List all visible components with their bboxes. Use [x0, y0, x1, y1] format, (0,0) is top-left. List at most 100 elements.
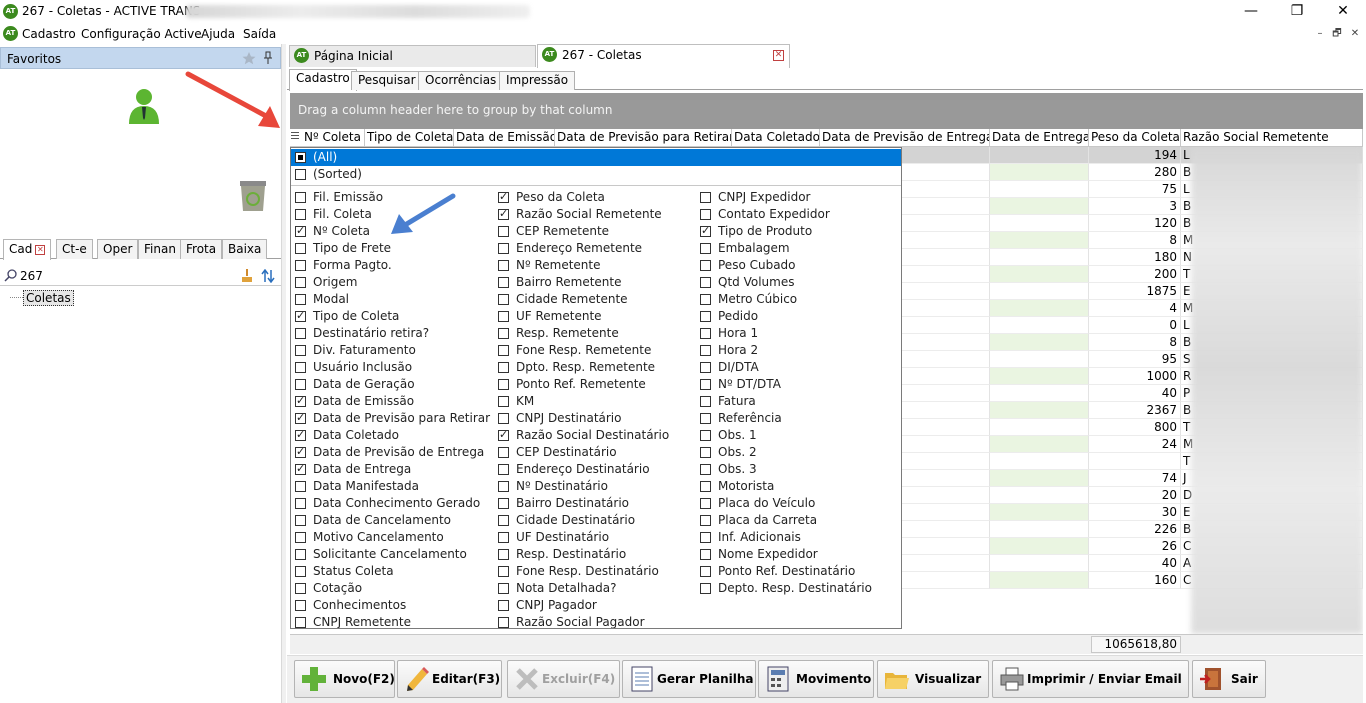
- column-option[interactable]: Data Conhecimento Gerado: [295, 495, 495, 512]
- column-option-checkbox[interactable]: [498, 277, 509, 288]
- column-option[interactable]: Placa da Carreta: [700, 512, 900, 529]
- column-option[interactable]: CNPJ Expedidor: [700, 189, 900, 206]
- column-option[interactable]: Obs. 1: [700, 427, 900, 444]
- column-option-checkbox[interactable]: [295, 566, 306, 577]
- tab-cadastro[interactable]: Cadastro: [289, 69, 357, 91]
- column-option[interactable]: Dpto. Resp. Remetente: [498, 359, 698, 376]
- column-option-checkbox[interactable]: [295, 600, 306, 611]
- column-option[interactable]: Usuário Inclusão: [295, 359, 495, 376]
- column-option-checkbox[interactable]: [295, 445, 306, 458]
- checkbox-all[interactable]: [295, 152, 306, 163]
- column-option-checkbox[interactable]: [498, 243, 509, 254]
- sair-button[interactable]: Sair: [1192, 660, 1266, 698]
- column-option[interactable]: Nº DT/DTA: [700, 376, 900, 393]
- menu-ajuda[interactable]: Ajuda: [201, 27, 235, 41]
- column-option-checkbox[interactable]: [498, 481, 509, 492]
- column-option-checkbox[interactable]: [700, 464, 711, 475]
- col-header-data-emissao[interactable]: Data de Emissão: [454, 129, 555, 147]
- column-option-checkbox[interactable]: [700, 498, 711, 509]
- column-option[interactable]: Nº Coleta: [295, 223, 495, 240]
- column-option[interactable]: Cotação: [295, 580, 495, 597]
- column-option-checkbox[interactable]: [498, 532, 509, 543]
- column-option-checkbox[interactable]: [700, 515, 711, 526]
- column-option-checkbox[interactable]: [498, 362, 509, 373]
- column-option[interactable]: Div. Faturamento: [295, 342, 495, 359]
- novo-button[interactable]: Novo(F2): [294, 660, 395, 698]
- column-option[interactable]: Nº Remetente: [498, 257, 698, 274]
- clear-filter-icon[interactable]: [241, 269, 253, 283]
- column-option[interactable]: Resp. Remetente: [498, 325, 698, 342]
- column-option[interactable]: Motorista: [700, 478, 900, 495]
- movimento-button[interactable]: Movimento: [758, 660, 874, 698]
- column-option-checkbox[interactable]: [700, 260, 711, 271]
- column-option-checkbox[interactable]: [498, 260, 509, 271]
- col-header-data-entrega[interactable]: Data de Entrega: [990, 129, 1089, 147]
- column-option-checkbox[interactable]: [498, 464, 509, 475]
- pin-icon[interactable]: [263, 51, 273, 65]
- column-option-checkbox[interactable]: [700, 566, 711, 577]
- tab-finan[interactable]: Finan: [138, 239, 182, 259]
- column-option-checkbox[interactable]: [498, 413, 509, 424]
- recycle-bin-icon[interactable]: [236, 178, 270, 212]
- column-option[interactable]: CNPJ Destinatário: [498, 410, 698, 427]
- column-option[interactable]: Obs. 2: [700, 444, 900, 461]
- column-option-checkbox[interactable]: [295, 260, 306, 271]
- column-option[interactable]: CNPJ Pagador: [498, 597, 698, 614]
- column-option-checkbox[interactable]: [295, 277, 306, 288]
- sort-icon[interactable]: [261, 269, 275, 283]
- column-option-checkbox[interactable]: [700, 583, 711, 594]
- column-option[interactable]: Depto. Resp. Destinatário: [700, 580, 900, 597]
- tab-impressao[interactable]: Impressão: [499, 71, 576, 90]
- column-option-checkbox[interactable]: [700, 328, 711, 339]
- column-option-checkbox[interactable]: [498, 311, 509, 322]
- tab-coletas[interactable]: AT 267 - Coletas ✕: [537, 44, 790, 68]
- column-option[interactable]: Hora 2: [700, 342, 900, 359]
- column-option-checkbox[interactable]: [295, 328, 306, 339]
- excluir-button[interactable]: Excluir(F4): [507, 660, 620, 698]
- column-option-checkbox[interactable]: [498, 498, 509, 509]
- column-option-checkbox[interactable]: [295, 411, 306, 424]
- column-option-checkbox[interactable]: [700, 430, 711, 441]
- column-option-checkbox[interactable]: [700, 413, 711, 424]
- column-option-checkbox[interactable]: [700, 396, 711, 407]
- column-option[interactable]: Razão Social Destinatário: [498, 427, 698, 444]
- minimize-button[interactable]: —: [1228, 0, 1274, 24]
- column-option-checkbox[interactable]: [295, 309, 306, 322]
- column-option-checkbox[interactable]: [498, 328, 509, 339]
- column-option-checkbox[interactable]: [700, 549, 711, 560]
- column-option-checkbox[interactable]: [700, 532, 711, 543]
- column-option-checkbox[interactable]: [498, 190, 509, 203]
- column-option[interactable]: Endereço Destinatário: [498, 461, 698, 478]
- column-option-checkbox[interactable]: [295, 209, 306, 220]
- search-input[interactable]: [20, 267, 230, 284]
- column-option[interactable]: Razão Social Remetente: [498, 206, 698, 223]
- editar-button[interactable]: Editar(F3): [397, 660, 502, 698]
- column-option-checkbox[interactable]: [700, 277, 711, 288]
- column-option[interactable]: Data Coletado: [295, 427, 495, 444]
- column-option-checkbox[interactable]: [295, 294, 306, 305]
- column-option-checkbox[interactable]: [498, 379, 509, 390]
- column-option[interactable]: Origem: [295, 274, 495, 291]
- column-option-checkbox[interactable]: [498, 396, 509, 407]
- column-option[interactable]: Metro Cúbico: [700, 291, 900, 308]
- menu-saida[interactable]: Saída: [243, 27, 276, 41]
- column-option-checkbox[interactable]: [498, 345, 509, 356]
- option-sorted[interactable]: (Sorted): [291, 166, 901, 183]
- column-option[interactable]: KM: [498, 393, 698, 410]
- column-option[interactable]: Contato Expedidor: [700, 206, 900, 223]
- column-option[interactable]: Data de Previsão de Entrega: [295, 444, 495, 461]
- panel-splitter[interactable]: [281, 44, 286, 703]
- column-option-checkbox[interactable]: [295, 345, 306, 356]
- column-option-checkbox[interactable]: [295, 379, 306, 390]
- column-option[interactable]: Data de Previsão para Retirar: [295, 410, 495, 427]
- col-header-tipo-coleta[interactable]: Tipo de Coleta: [365, 129, 454, 147]
- column-option-checkbox[interactable]: [295, 394, 306, 407]
- column-option-checkbox[interactable]: [295, 549, 306, 560]
- column-option-checkbox[interactable]: [700, 311, 711, 322]
- column-option[interactable]: CEP Destinatário: [498, 444, 698, 461]
- column-option-checkbox[interactable]: [498, 207, 509, 220]
- gerar-planilha-button[interactable]: Gerar Planilha: [622, 660, 756, 698]
- tab-cte[interactable]: Ct-e: [56, 239, 93, 259]
- column-option-checkbox[interactable]: [498, 226, 509, 237]
- column-option[interactable]: Bairro Destinatário: [498, 495, 698, 512]
